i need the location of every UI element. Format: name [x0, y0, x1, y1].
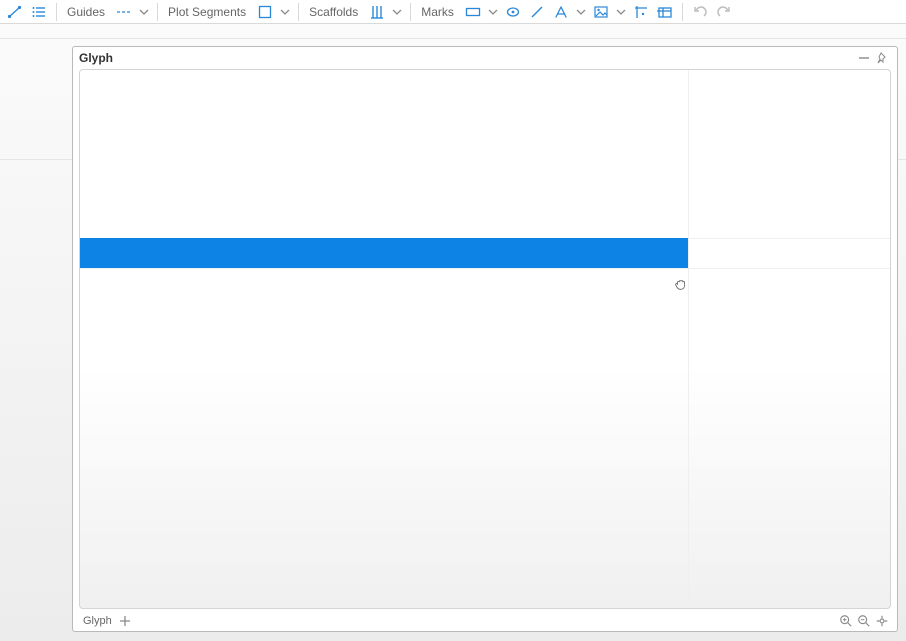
mark-line-icon[interactable] — [526, 2, 548, 22]
mark-image-icon[interactable] — [590, 2, 612, 22]
mark-dataaxis-icon[interactable] — [630, 2, 652, 22]
guide-line-icon[interactable] — [113, 2, 135, 22]
plotsegments-label: Plot Segments — [164, 5, 252, 19]
glyph-tab[interactable]: Glyph — [79, 615, 116, 627]
mark-image-dropdown[interactable] — [614, 2, 628, 22]
link-icon[interactable] — [4, 2, 26, 22]
main-toolbar: Guides Plot Segments Scaffolds Marks — [0, 0, 906, 24]
toolbar-separator — [410, 3, 411, 21]
zoom-out-icon[interactable] — [855, 612, 873, 630]
pin-panel-icon[interactable] — [873, 49, 891, 67]
guide-horizontal — [80, 268, 890, 269]
mark-nested-icon[interactable] — [654, 2, 676, 22]
zoom-in-icon[interactable] — [837, 612, 855, 630]
guide-vertical — [688, 70, 689, 608]
mark-rectangle-icon[interactable] — [462, 2, 484, 22]
zoom-fit-icon[interactable] — [873, 612, 891, 630]
scaffolds-dropdown[interactable] — [390, 2, 404, 22]
minimize-panel-icon[interactable] — [855, 49, 873, 67]
add-glyph-button[interactable] — [116, 612, 134, 630]
mark-text-icon[interactable] — [550, 2, 572, 22]
toolbar-separator — [682, 3, 683, 21]
panel-footer: Glyph — [73, 611, 897, 631]
glyph-rectangle-mark[interactable] — [80, 238, 688, 268]
undo-button[interactable] — [689, 2, 711, 22]
guides-dropdown[interactable] — [137, 2, 151, 22]
scaffold-columns-icon[interactable] — [366, 2, 388, 22]
guides-label: Guides — [63, 5, 111, 19]
marks-label: Marks — [417, 5, 460, 19]
panel-title: Glyph — [79, 51, 113, 65]
toolbar-separator — [157, 3, 158, 21]
redo-button[interactable] — [713, 2, 735, 22]
toolbar-separator — [298, 3, 299, 21]
mark-rectangle-dropdown[interactable] — [486, 2, 500, 22]
bg-divider — [0, 38, 906, 39]
hand-cursor-icon — [674, 277, 688, 291]
glyph-panel: Glyph Glyph — [72, 46, 898, 632]
panel-titlebar: Glyph — [73, 47, 897, 69]
scaffolds-label: Scaffolds — [305, 5, 364, 19]
toolbar-separator — [56, 3, 57, 21]
mark-symbol-icon[interactable] — [502, 2, 524, 22]
list-icon[interactable] — [28, 2, 50, 22]
region-icon[interactable] — [254, 2, 276, 22]
mark-text-dropdown[interactable] — [574, 2, 588, 22]
plotsegments-dropdown[interactable] — [278, 2, 292, 22]
glyph-tab-label: Glyph — [83, 615, 112, 627]
glyph-editor-canvas[interactable] — [79, 69, 891, 609]
